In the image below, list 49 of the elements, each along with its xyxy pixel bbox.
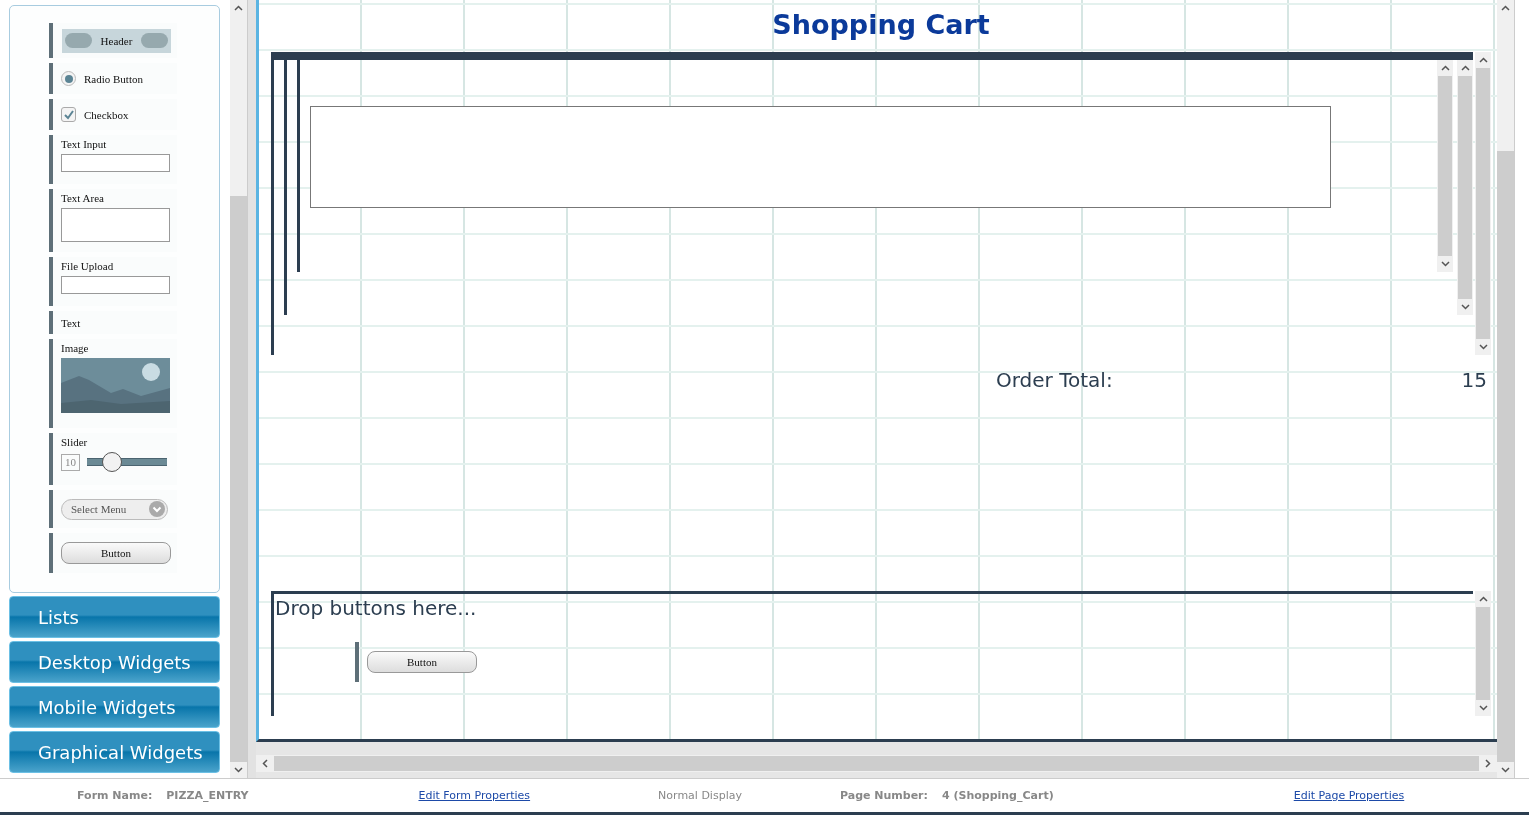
widget-label: File Upload	[61, 260, 115, 272]
radio-button[interactable]	[61, 71, 76, 86]
chevron-down-icon[interactable]	[1460, 304, 1470, 310]
page-title: Shopping Cart	[771, 8, 991, 42]
checkbox-label: Checkbox	[84, 108, 129, 121]
text-input-field[interactable]	[61, 154, 170, 172]
accordion-section[interactable]: Lists	[9, 596, 220, 638]
chevron-up-icon[interactable]	[1501, 5, 1510, 11]
slider-thumb[interactable]	[102, 452, 122, 472]
chevron-down-icon[interactable]	[1478, 344, 1488, 350]
widget-button[interactable]: Button	[367, 651, 477, 673]
order-total-value: 15	[1461, 368, 1487, 392]
widget-label: Text Area	[61, 192, 105, 204]
widget-label: Slider	[61, 436, 89, 448]
chevron-left-icon[interactable]	[262, 759, 268, 768]
widget-label: Text Input	[61, 138, 108, 150]
page-number-label: Page Number:	[839, 789, 928, 802]
landscape-image-icon	[61, 358, 170, 413]
chevron-down-icon[interactable]	[1440, 261, 1450, 267]
file-upload-field[interactable]	[61, 276, 170, 294]
accordion-section[interactable]: Desktop Widgets	[9, 641, 220, 683]
widget-label: Image	[61, 342, 90, 354]
accordion-section[interactable]: Graphical Widgets	[9, 731, 220, 773]
form-name-label: Form Name:	[77, 789, 153, 802]
slider-value: 10	[61, 453, 80, 471]
accordion-section[interactable]: Mobile Widgets	[9, 686, 220, 728]
form-name-value: PIZZA_ENTRY	[166, 789, 249, 802]
chevron-down-icon[interactable]	[1478, 705, 1488, 711]
chevron-down-icon[interactable]	[1501, 767, 1510, 773]
text-area-field[interactable]	[61, 208, 170, 242]
select-menu[interactable]: Select Menu	[61, 498, 168, 520]
display-mode: Normal Display	[658, 789, 742, 802]
chevron-right-icon[interactable]	[1485, 759, 1491, 768]
drop-zone-hint: Drop buttons here...	[274, 595, 477, 620]
chevron-up-icon[interactable]	[1478, 596, 1488, 602]
chevron-down-icon[interactable]	[234, 767, 243, 773]
chevron-down-icon	[149, 501, 165, 517]
widget-label: Text	[61, 316, 82, 329]
page-number-value: 4 (Shopping_Cart)	[941, 789, 1054, 802]
text-area-field[interactable]	[310, 106, 1331, 208]
order-total-label: Order Total:	[996, 368, 1113, 392]
checkmark-icon	[62, 108, 75, 121]
checkbox[interactable]	[61, 107, 76, 122]
header-widget: Header	[62, 28, 171, 53]
edit-page-properties-link[interactable]: Edit Page Properties	[1293, 789, 1405, 802]
chevron-up-icon[interactable]	[234, 5, 243, 11]
widget-button[interactable]: Button	[61, 542, 171, 564]
radio-label: Radio Button	[84, 72, 143, 85]
edit-form-properties-link[interactable]: Edit Form Properties	[418, 789, 531, 802]
